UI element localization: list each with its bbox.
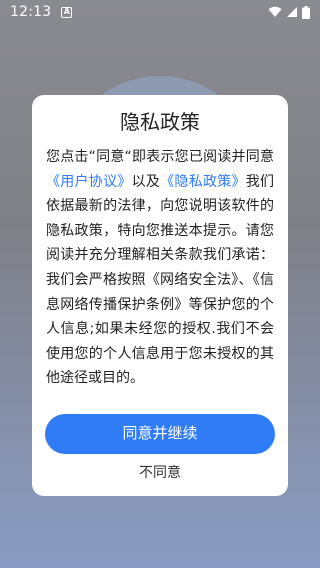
dialog-body: 您点击“同意“即表示您已阅读并同意《用户协议》以及《隐私政策》我们依据最新的法律… xyxy=(46,145,274,391)
user-agreement-link[interactable]: 《用户协议》 xyxy=(46,174,132,190)
body-text-2: 以及 xyxy=(131,173,161,190)
battery-icon xyxy=(302,5,310,19)
wifi-icon xyxy=(268,6,282,18)
privacy-policy-dialog: 隐私政策 您点击“同意“即表示您已阅读并同意《用户协议》以及《隐私政策》我们依据… xyxy=(32,95,288,496)
cellular-signal-icon xyxy=(287,7,297,17)
body-text-1: 您点击“同意“即表示您已阅读并同意 xyxy=(46,149,274,165)
body-text-3: 我们依据最新的法律，向您说明该软件的隐私政策，特向您推送本提示。请您阅读并充分理… xyxy=(46,173,275,387)
decline-button[interactable]: 不同意 xyxy=(32,461,288,485)
agree-continue-button[interactable]: 同意并继续 xyxy=(45,414,275,454)
dialog-title: 隐私政策 xyxy=(120,110,200,134)
status-icons xyxy=(268,5,310,19)
status-bar: 12:13 A xyxy=(0,0,320,24)
status-time: 12:13 xyxy=(10,4,52,20)
a-icon: A xyxy=(61,6,73,18)
privacy-policy-link[interactable]: 《隐私政策》 xyxy=(160,174,246,190)
